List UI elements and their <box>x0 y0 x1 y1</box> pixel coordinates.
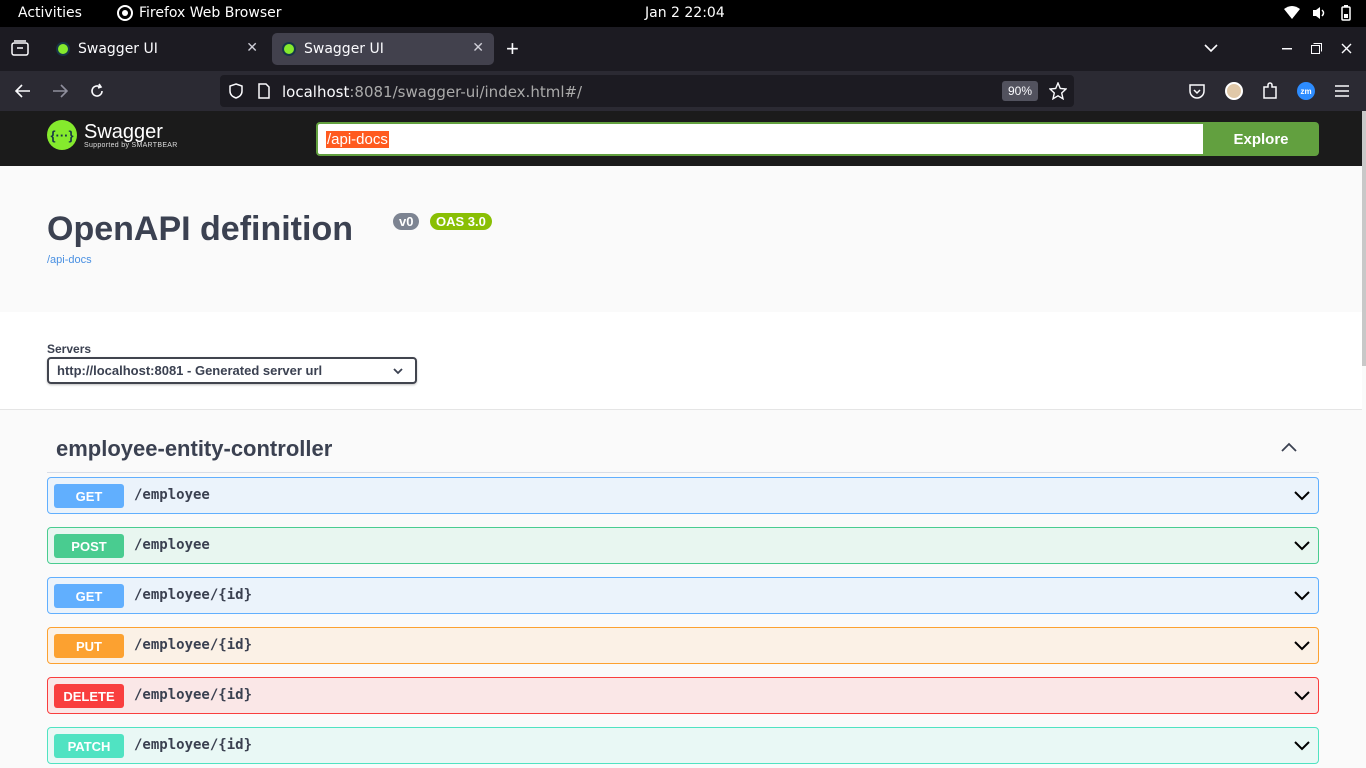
extensions-icon[interactable] <box>1262 82 1278 100</box>
url-path: :8081/swagger-ui/index.html#/ <box>349 83 583 101</box>
zoom-level[interactable]: 90% <box>1001 81 1038 101</box>
explore-button[interactable]: Explore <box>1203 122 1319 156</box>
minimize-icon[interactable] <box>1282 48 1292 50</box>
activities-button[interactable]: Activities <box>18 5 82 21</box>
chevron-down-icon[interactable] <box>1292 634 1312 658</box>
tab-title: Swagger UI <box>304 41 384 57</box>
logo-text: Swagger <box>84 120 163 143</box>
server-select[interactable]: http://localhost:8081 - Generated server… <box>47 357 417 384</box>
reload-icon[interactable] <box>89 83 105 99</box>
system-tray[interactable] <box>1284 5 1352 21</box>
firefox-view-icon[interactable] <box>11 40 29 56</box>
chevron-up-icon[interactable] <box>1281 442 1297 452</box>
operation-path: /employee/{id} <box>134 587 253 603</box>
swagger-logo-icon: {···} <box>47 120 77 150</box>
firefox-icon <box>117 5 133 21</box>
shield-icon[interactable] <box>229 83 243 99</box>
new-tab-icon[interactable]: + <box>506 36 519 62</box>
close-tab-icon[interactable]: ✕ <box>472 40 484 56</box>
operation-row[interactable]: PATCH/employee/{id} <box>47 727 1319 764</box>
chevron-down-icon[interactable] <box>1292 584 1312 608</box>
tab-swagger-1[interactable]: Swagger UI ✕ <box>46 33 268 65</box>
operation-path: /employee <box>134 487 210 503</box>
spec-link[interactable]: /api-docs <box>47 254 92 266</box>
swagger-logo-text: Swagger Supported by SMARTBEAR <box>84 122 178 149</box>
api-url-input[interactable]: /api-docs <box>316 122 1204 156</box>
operation-path: /employee <box>134 537 210 553</box>
scrollbar[interactable] <box>1362 111 1366 366</box>
operation-path: /employee/{id} <box>134 687 253 703</box>
method-badge: PUT <box>54 634 124 658</box>
operation-path: /employee/{id} <box>134 637 253 653</box>
navigation-toolbar: localhost:8081/swagger-ui/index.html#/ 9… <box>0 71 1366 111</box>
tab-title: Swagger UI <box>78 41 158 57</box>
method-badge: POST <box>54 534 124 558</box>
swagger-favicon-icon <box>282 42 296 56</box>
app-menu[interactable]: Firefox Web Browser <box>117 5 282 21</box>
zoom-extension-icon[interactable]: zm <box>1297 82 1315 100</box>
api-url-value: /api-docs <box>326 130 389 148</box>
swagger-favicon-icon <box>56 42 70 56</box>
wifi-icon <box>1284 6 1300 19</box>
method-badge: GET <box>54 484 124 508</box>
tag-title: employee-entity-controller <box>56 436 333 461</box>
volume-icon <box>1313 7 1325 19</box>
clock[interactable]: Jan 2 22:04 <box>645 5 725 21</box>
app-name: Firefox Web Browser <box>139 5 282 21</box>
tab-swagger-2[interactable]: Swagger UI ✕ <box>272 33 494 65</box>
method-badge: GET <box>54 584 124 608</box>
url-host: localhost <box>282 83 350 101</box>
system-top-bar: Activities Firefox Web Browser Jan 2 22:… <box>0 0 1366 27</box>
version-badge: v0 <box>393 213 420 230</box>
page-info-icon[interactable] <box>258 83 270 99</box>
operation-row[interactable]: GET/employee <box>47 477 1319 514</box>
chevron-down-icon[interactable] <box>1292 734 1312 758</box>
url-bar[interactable]: localhost:8081/swagger-ui/index.html#/ 9… <box>220 75 1074 107</box>
operation-path: /employee/{id} <box>134 737 253 753</box>
account-avatar[interactable] <box>1225 82 1243 100</box>
server-select-value: http://localhost:8081 - Generated server… <box>57 363 323 378</box>
tag-section-header[interactable]: employee-entity-controller <box>47 428 1319 473</box>
operation-row[interactable]: GET/employee/{id} <box>47 577 1319 614</box>
method-badge: PATCH <box>54 734 124 758</box>
page-title: OpenAPI definition <box>47 210 353 248</box>
close-tab-icon[interactable]: ✕ <box>246 40 258 56</box>
servers-label: Servers <box>47 342 92 356</box>
hamburger-menu-icon[interactable] <box>1335 85 1349 97</box>
url-text[interactable]: localhost:8081/swagger-ui/index.html#/ <box>282 83 582 101</box>
oas-badge: OAS 3.0 <box>430 213 492 230</box>
restore-icon[interactable] <box>1311 43 1322 54</box>
power-icon <box>1341 5 1351 21</box>
back-arrow-icon[interactable] <box>15 84 31 98</box>
servers-panel: Servers http://localhost:8081 - Generate… <box>0 312 1362 410</box>
operation-row[interactable]: POST/employee <box>47 527 1319 564</box>
api-info: OpenAPI definition v0 OAS 3.0 /api-docs <box>0 166 1362 312</box>
swagger-logo[interactable]: {···} Swagger Supported by SMARTBEAR <box>47 120 178 150</box>
operation-row[interactable]: PUT/employee/{id} <box>47 627 1319 664</box>
logo-subtext: Supported by SMARTBEAR <box>84 141 178 149</box>
pocket-icon[interactable] <box>1189 83 1205 99</box>
chevron-down-icon[interactable] <box>1292 484 1312 508</box>
bookmark-star-icon[interactable] <box>1049 82 1067 100</box>
chevron-down-icon[interactable] <box>1292 684 1312 708</box>
chevron-down-icon[interactable] <box>1292 534 1312 558</box>
method-badge: DELETE <box>54 684 124 708</box>
tab-strip: Swagger UI ✕ Swagger UI ✕ + <box>0 27 1366 71</box>
list-tabs-chevron-icon[interactable] <box>1204 43 1218 53</box>
forward-arrow-icon[interactable] <box>52 84 68 98</box>
operation-row[interactable]: DELETE/employee/{id} <box>47 677 1319 714</box>
swagger-topbar: {···} Swagger Supported by SMARTBEAR /ap… <box>0 111 1366 166</box>
chevron-down-icon <box>393 368 403 375</box>
close-window-icon[interactable] <box>1341 43 1352 54</box>
